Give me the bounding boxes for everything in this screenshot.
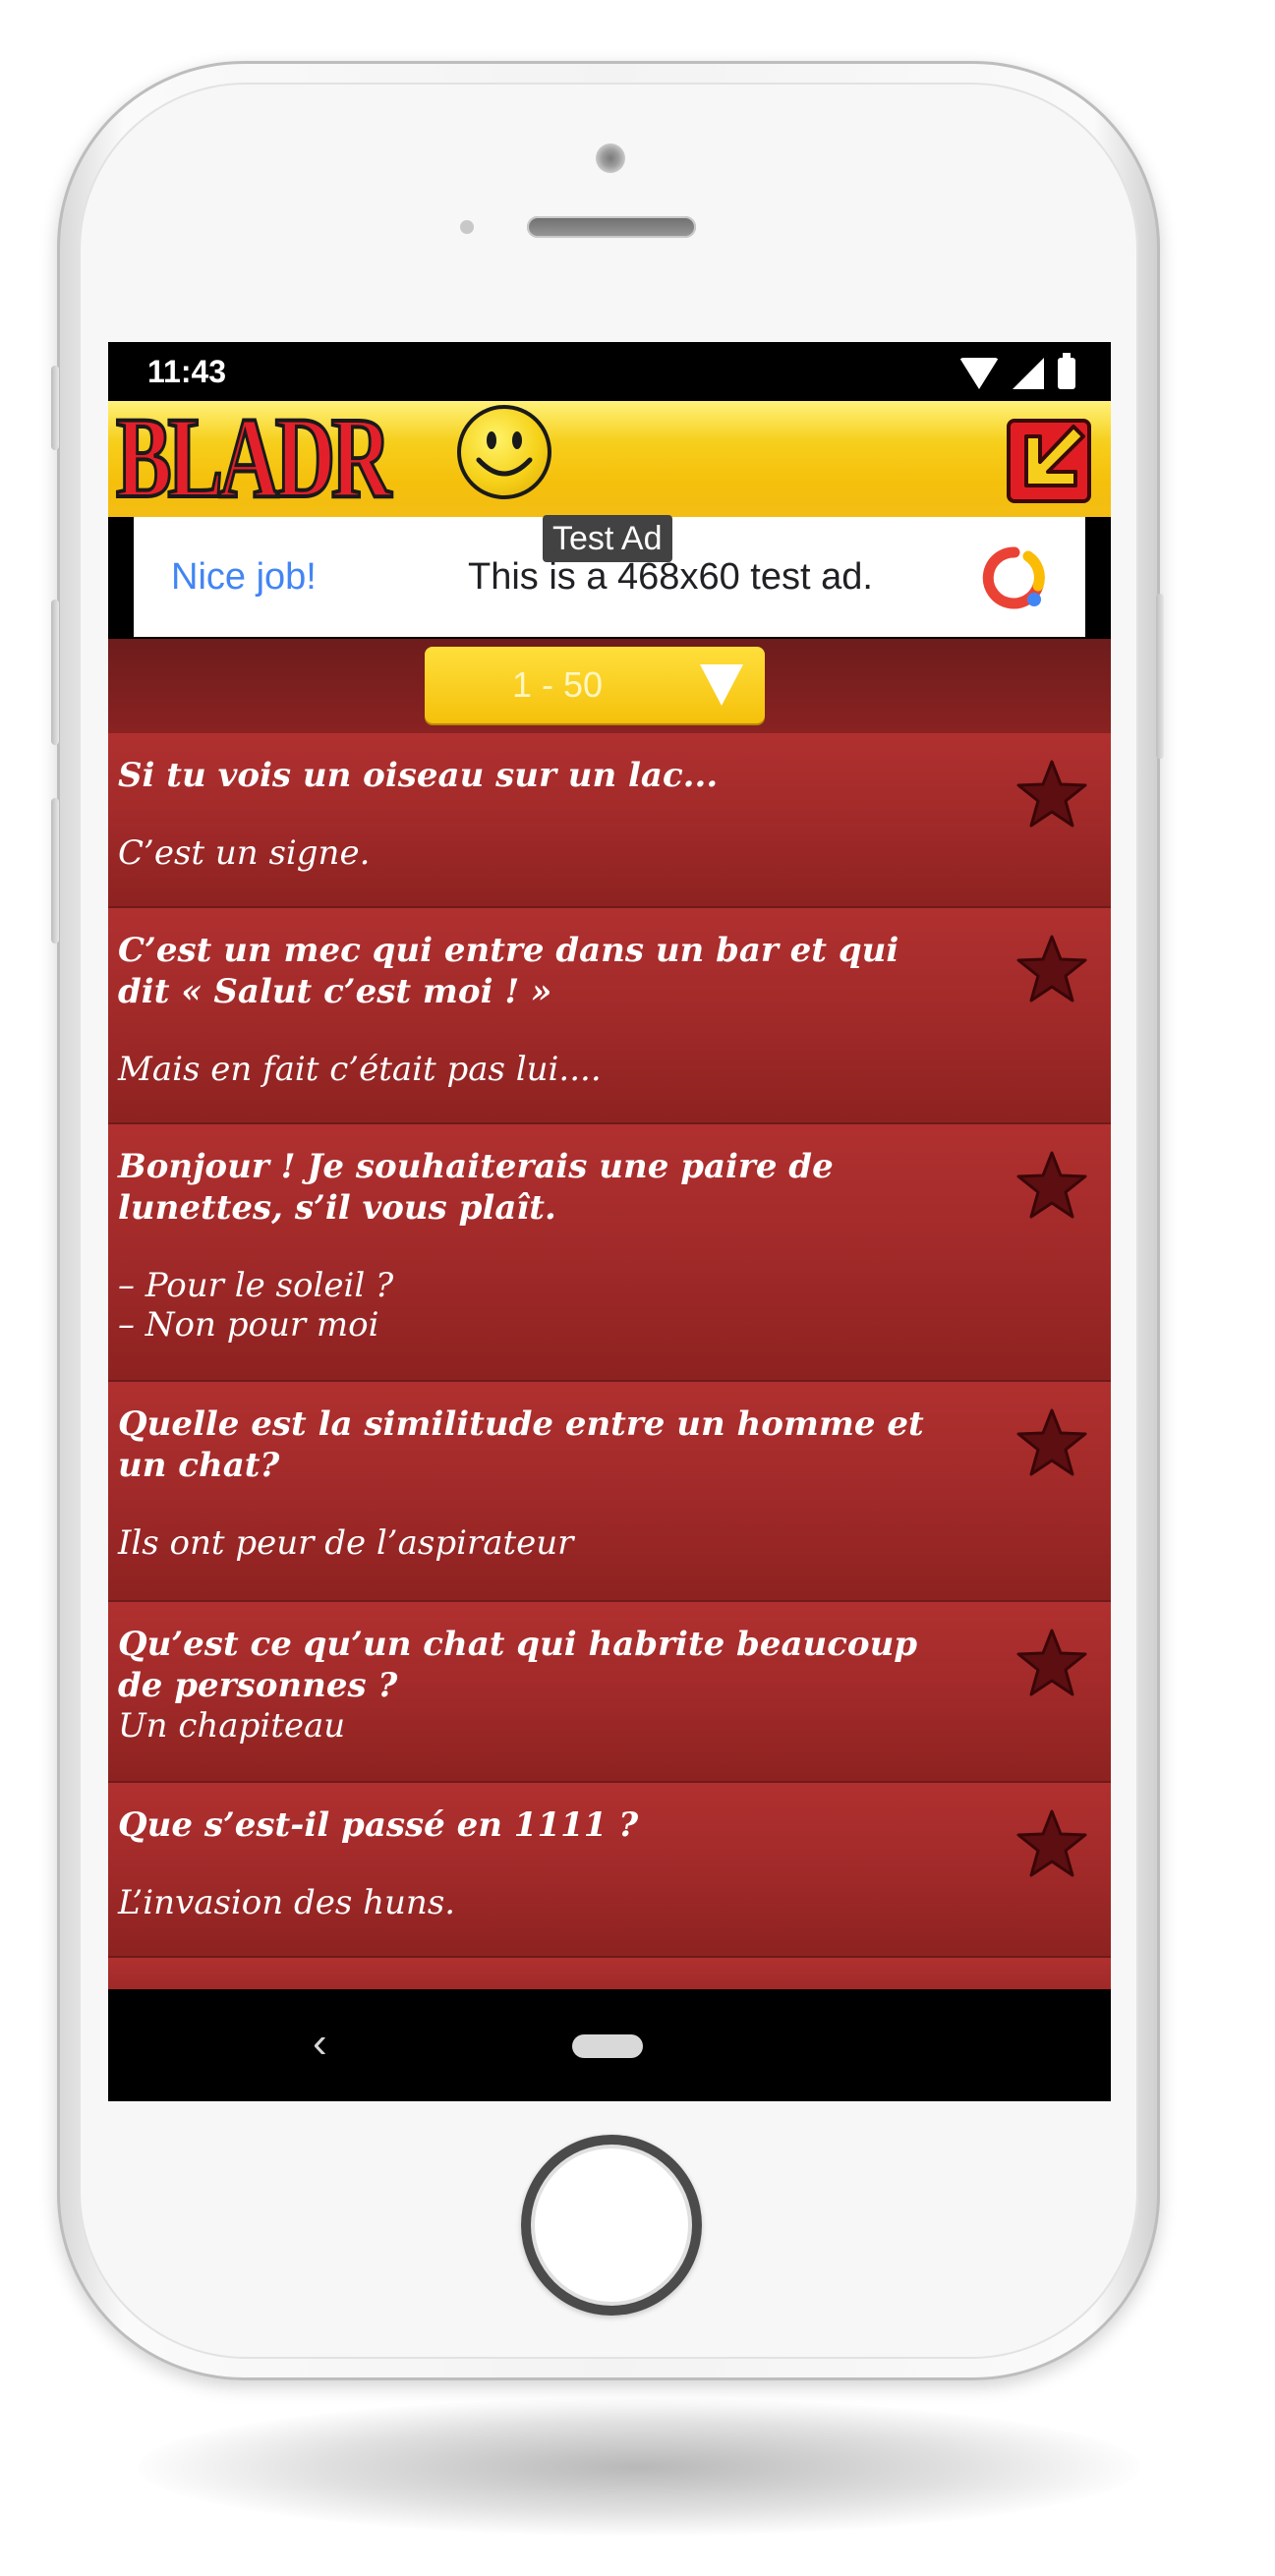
silent-switch xyxy=(51,366,59,450)
star-icon[interactable] xyxy=(1016,934,1087,1004)
joke-list: Si tu vois un oiseau sur un lac... C’est… xyxy=(108,733,1111,1999)
joke-item[interactable]: Quelle est la similitude entre un homme … xyxy=(108,1382,1111,1602)
smiley-icon xyxy=(457,405,551,499)
logo-text: BLADR xyxy=(115,393,393,522)
joke-question: Quelle est la similitude entre un homme … xyxy=(118,1404,924,1485)
range-dropdown-value: 1 - 50 xyxy=(511,664,604,705)
joke-item[interactable]: Que s’est-il passé en 1111 ? L’invasion … xyxy=(108,1783,1111,1958)
star-icon[interactable] xyxy=(1016,759,1087,830)
joke-question: Bonjour ! Je souhaiterais une paire de l… xyxy=(118,1147,834,1228)
joke-question: Si tu vois un oiseau sur un lac... xyxy=(118,756,719,795)
joke-answer: Ils ont peur de l’aspirateur xyxy=(118,1523,574,1563)
joke-answer: Mais en fait c’était pas lui.... xyxy=(118,1050,602,1089)
arrow-down-left-icon[interactable] xyxy=(1005,411,1095,505)
star-icon[interactable] xyxy=(1016,1808,1087,1879)
signal-icon xyxy=(1013,358,1044,389)
status-time: 11:43 xyxy=(147,354,227,389)
status-icons xyxy=(959,353,1075,389)
back-icon[interactable]: ‹ xyxy=(313,2019,327,2068)
home-pill-icon[interactable] xyxy=(572,2034,643,2058)
star-icon[interactable] xyxy=(1016,1407,1087,1478)
android-nav-bar: ‹ xyxy=(108,1989,1111,2101)
joke-answer: L’invasion des huns. xyxy=(118,1883,456,1922)
ad-cta[interactable]: Nice job! xyxy=(171,556,317,599)
star-icon[interactable] xyxy=(1016,1628,1087,1698)
joke-answer-line: – Non pour moi xyxy=(118,1305,379,1345)
volume-up-button xyxy=(51,600,59,745)
ad-logo-icon xyxy=(982,546,1045,609)
joke-question: Que s’est-il passé en 1111 ? xyxy=(118,1805,639,1845)
range-dropdown[interactable]: 1 - 50 xyxy=(425,647,765,723)
earpiece-speaker xyxy=(527,216,696,238)
proximity-sensor xyxy=(460,220,474,234)
ad-text: This is a 468x60 test ad. xyxy=(468,556,873,598)
joke-item[interactable]: Bonjour ! Je souhaiterais une paire de l… xyxy=(108,1124,1111,1382)
joke-item[interactable]: Qu’est ce qu’un chat qui habrite beaucou… xyxy=(108,1602,1111,1783)
joke-answer: C’est un signe. xyxy=(118,833,371,873)
power-button xyxy=(1156,594,1164,759)
star-icon[interactable] xyxy=(1016,1150,1087,1221)
home-button[interactable] xyxy=(521,2135,702,2316)
joke-answer: – Pour le soleil ? – Non pour moi xyxy=(118,1266,944,1345)
wifi-icon xyxy=(959,358,999,389)
joke-answer-line: – Pour le soleil ? xyxy=(118,1266,394,1305)
app-screen: 11:43 BLADR Nice job! This is a 468x60 t… xyxy=(108,342,1111,2101)
joke-question: C’est un mec qui entre dans un bar et qu… xyxy=(118,931,899,1011)
status-bar: 11:43 xyxy=(108,342,1111,401)
joke-item[interactable]: Si tu vois un oiseau sur un lac... C’est… xyxy=(108,733,1111,908)
test-ad-label: Test Ad xyxy=(543,515,672,562)
dropdown-arrow-icon xyxy=(700,664,743,706)
phone-shadow xyxy=(138,2398,1140,2536)
volume-down-button xyxy=(51,798,59,944)
joke-question: Qu’est ce qu’un chat qui habrite beaucou… xyxy=(118,1625,918,1705)
filter-bar: 1 - 50 xyxy=(108,639,1111,733)
joke-answer: Un chapiteau xyxy=(118,1706,346,1746)
app-header: BLADR xyxy=(108,393,1111,522)
battery-icon xyxy=(1058,353,1075,389)
front-camera xyxy=(596,143,625,173)
joke-item[interactable]: C’est un mec qui entre dans un bar et qu… xyxy=(108,908,1111,1124)
